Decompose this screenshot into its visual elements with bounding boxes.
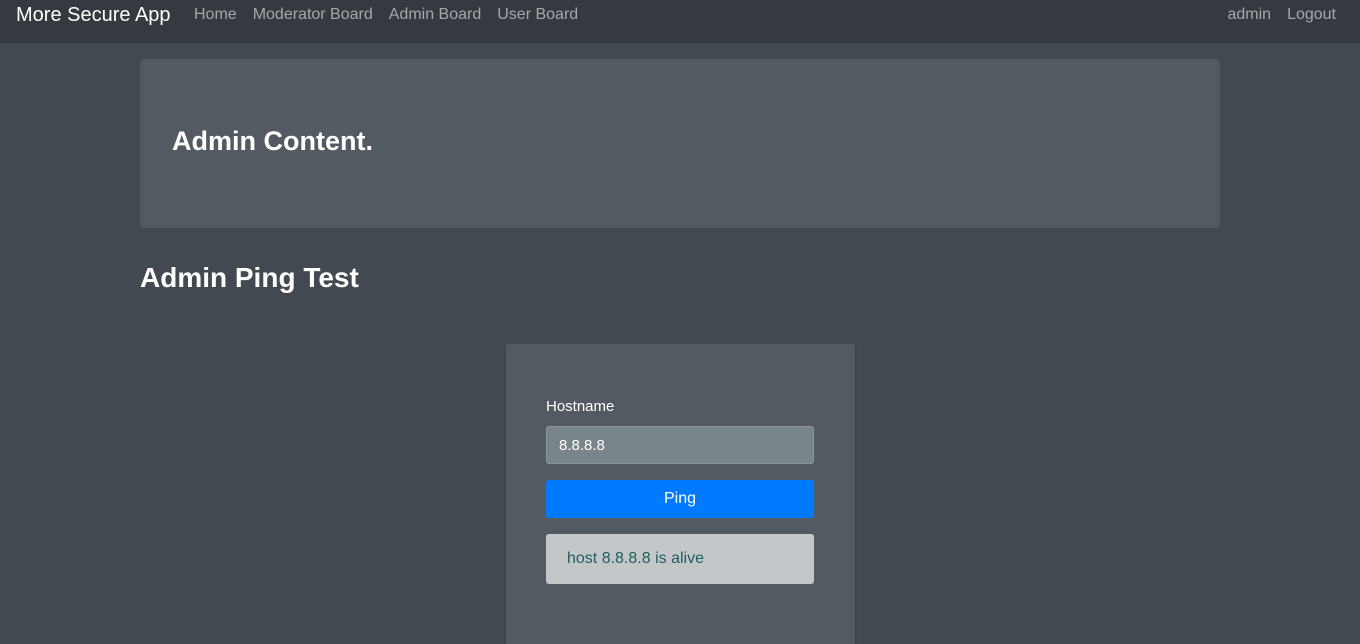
hostname-label: Hostname <box>546 398 615 415</box>
nav-home-link[interactable]: Home <box>194 6 237 24</box>
ping-form-card: Hostname Ping host 8.8.8.8 is alive <box>506 344 855 644</box>
ping-result-alert: host 8.8.8.8 is alive <box>546 534 814 584</box>
app-brand-link[interactable]: More Secure App <box>16 4 171 27</box>
ping-button[interactable]: Ping <box>546 480 814 518</box>
nav-user-links: admin Logout <box>1211 6 1336 24</box>
hostname-input[interactable] <box>546 426 814 464</box>
admin-content-heading: Admin Content. <box>172 126 373 156</box>
nav-user-board-link[interactable]: User Board <box>497 6 578 24</box>
top-navbar: More Secure App Home Moderator Board Adm… <box>0 0 1360 43</box>
nav-admin-board-link[interactable]: Admin Board <box>389 6 482 24</box>
nav-links: Home Moderator Board Admin Board User Bo… <box>194 6 594 24</box>
nav-moderator-board-link[interactable]: Moderator Board <box>253 6 373 24</box>
admin-content-banner: Admin Content. <box>140 59 1220 228</box>
nav-logout-link[interactable]: Logout <box>1287 6 1336 24</box>
ping-test-title: Admin Ping Test <box>140 262 359 293</box>
nav-profile-link[interactable]: admin <box>1227 6 1271 24</box>
